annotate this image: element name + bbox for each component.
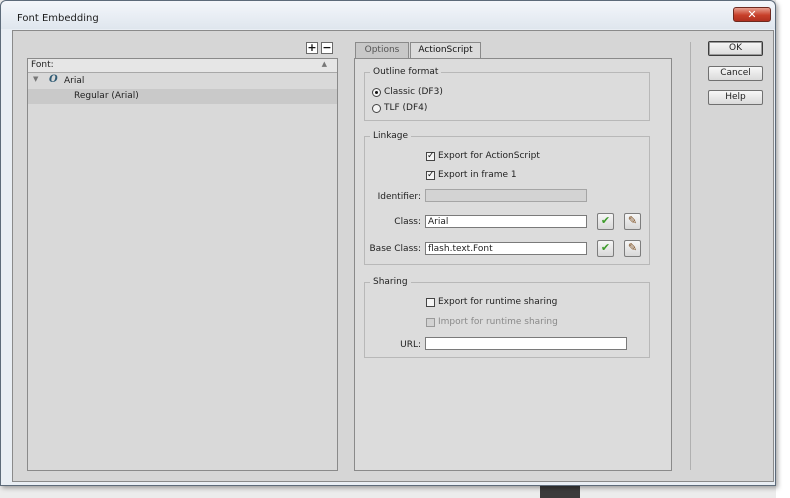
checkbox-checked[interactable]: ✓ (426, 151, 435, 161)
green-check-icon: ✔ (600, 214, 611, 227)
background-app-strip (540, 486, 580, 498)
identifier-label: Identifier: (377, 192, 421, 202)
radio-classic-label: Classic (DF3) (384, 87, 443, 97)
checkbox-checked[interactable]: ✓ (426, 170, 435, 180)
window-title: Font Embedding (17, 13, 99, 24)
dialog-body: + − Font: ▲ ▼ O Arial Regular (Arial) Op… (12, 30, 774, 482)
base-class-input[interactable]: flash.text.Font (425, 242, 587, 255)
expand-arrow-icon[interactable]: ▼ (33, 75, 38, 83)
sharing-group: Sharing Export for runtime sharing Impor… (364, 277, 650, 358)
radio-selected-indicator[interactable] (372, 87, 381, 97)
remove-font-button[interactable]: − (321, 42, 333, 54)
checkbox-unchecked[interactable] (426, 297, 435, 307)
identifier-input[interactable] (425, 189, 587, 202)
export-for-runtime-sharing-checkbox[interactable]: Export for runtime sharing (426, 297, 557, 309)
import-for-runtime-sharing-checkbox: Import for runtime sharing (426, 317, 558, 329)
title-bar: Font Embedding ✕ (1, 1, 775, 29)
close-button[interactable]: ✕ (733, 7, 771, 22)
url-label: URL: (400, 340, 421, 350)
radio-unselected-indicator[interactable] (372, 103, 381, 113)
green-check-icon: ✔ (600, 241, 611, 254)
base-class-label: Base Class: (369, 244, 422, 254)
class-label: Class: (394, 217, 421, 227)
radio-tlf-label: TLF (DF4) (384, 103, 428, 113)
url-input[interactable] (425, 337, 627, 350)
font-family-name: Arial (64, 76, 85, 86)
outline-format-group: Outline format Classic (DF3) TLF (DF4) (364, 67, 650, 121)
font-style-name: Regular (Arial) (74, 91, 139, 101)
import-for-runtime-sharing-label: Import for runtime sharing (438, 317, 558, 327)
opentype-font-icon: O (49, 74, 58, 85)
export-for-actionscript-label: Export for ActionScript (438, 151, 540, 161)
cancel-button[interactable]: Cancel (708, 66, 763, 81)
export-in-frame-1-label: Export in frame 1 (438, 170, 517, 180)
edit-class-button[interactable]: ✎ (624, 213, 641, 230)
export-for-runtime-sharing-label: Export for runtime sharing (438, 297, 558, 307)
button-column-divider (690, 42, 691, 470)
radio-classic-df3[interactable]: Classic (DF3) (372, 87, 443, 99)
font-column-label: Font: (31, 60, 54, 70)
sort-ascending-icon[interactable]: ▲ (322, 60, 327, 68)
tab-actionscript[interactable]: ActionScript (410, 42, 481, 59)
validate-base-class-button[interactable]: ✔ (597, 240, 614, 257)
close-icon: ✕ (747, 8, 757, 21)
pencil-icon: ✎ (627, 241, 638, 254)
background-app-area (776, 0, 790, 498)
pencil-icon: ✎ (627, 214, 638, 227)
outline-format-title: Outline format (370, 67, 442, 77)
font-family-row[interactable]: ▼ O Arial (28, 73, 337, 89)
font-style-row[interactable]: Regular (Arial) (28, 89, 337, 104)
sharing-title: Sharing (370, 277, 411, 287)
radio-tlf-df4[interactable]: TLF (DF4) (372, 103, 427, 115)
font-embedding-dialog: Font Embedding ✕ + − Font: ▲ ▼ O Arial R… (0, 0, 776, 486)
minus-icon: − (322, 41, 332, 54)
font-list[interactable]: Font: ▲ ▼ O Arial Regular (Arial) (27, 58, 338, 471)
actionscript-panel: Outline format Classic (DF3) TLF (DF4) L… (354, 58, 672, 471)
ok-button[interactable]: OK (708, 41, 763, 56)
linkage-group: Linkage ✓ Export for ActionScript ✓ Export… (364, 131, 650, 265)
validate-class-button[interactable]: ✔ (597, 213, 614, 230)
export-for-actionscript-checkbox[interactable]: ✓ Export for ActionScript (426, 151, 540, 163)
help-button[interactable]: Help (708, 90, 763, 105)
plus-icon: + (307, 41, 317, 54)
checkbox-disabled (426, 317, 435, 327)
class-input[interactable]: Arial (425, 215, 587, 228)
add-font-button[interactable]: + (306, 42, 318, 54)
tab-options[interactable]: Options (355, 42, 409, 58)
font-list-header[interactable]: Font: ▲ (28, 59, 337, 73)
linkage-title: Linkage (370, 131, 412, 141)
export-in-frame-1-checkbox[interactable]: ✓ Export in frame 1 (426, 170, 517, 182)
edit-base-class-button[interactable]: ✎ (624, 240, 641, 257)
